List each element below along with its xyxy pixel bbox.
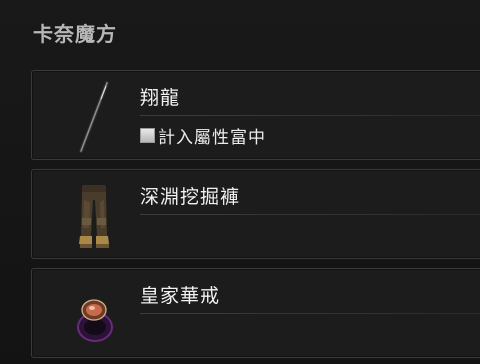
- include-attribute-label: 計入屬性富中: [158, 128, 266, 148]
- ring-icon: [66, 277, 122, 353]
- spear-icon: [66, 79, 122, 155]
- cube-panel: 卡奈魔方 翔龍 計入屬性富中 深淵挖掘褲 皇家華戒: [0, 0, 480, 364]
- item-slot-1[interactable]: 翔龍 計入屬性富中: [31, 70, 480, 160]
- include-attribute-checkbox[interactable]: [140, 128, 155, 143]
- pants-icon: [66, 178, 122, 254]
- divider: [140, 115, 480, 116]
- item-name: 皇家華戒: [140, 285, 221, 307]
- include-attribute-checkbox-row[interactable]: 計入屬性富中: [140, 123, 266, 148]
- item-slot-2[interactable]: 深淵挖掘褲: [31, 169, 480, 259]
- item-name: 深淵挖掘褲: [140, 186, 241, 208]
- item-name: 翔龍: [140, 87, 181, 109]
- item-slot-3[interactable]: 皇家華戒: [31, 268, 480, 358]
- divider: [140, 313, 480, 314]
- divider: [140, 214, 480, 215]
- panel-title: 卡奈魔方: [33, 22, 117, 46]
